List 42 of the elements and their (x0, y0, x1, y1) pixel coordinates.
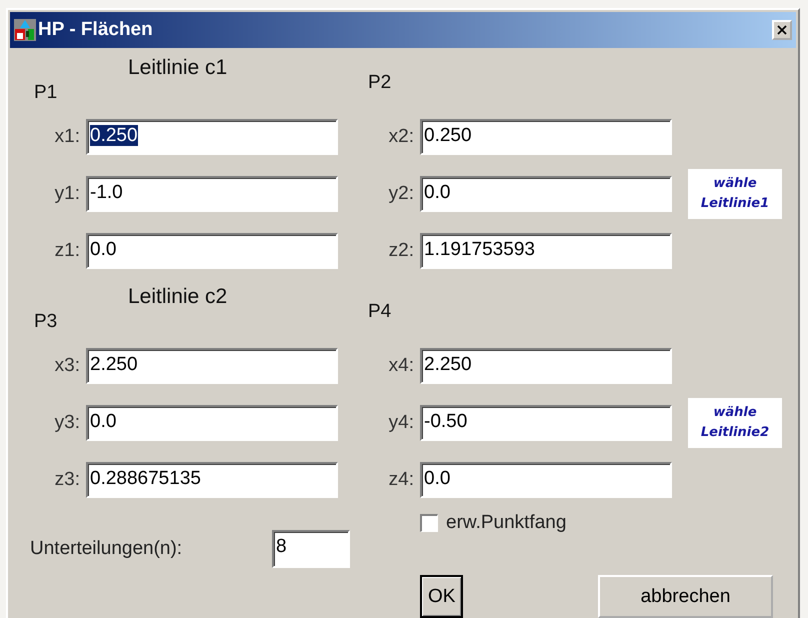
input-field[interactable]: 0.0 (86, 233, 338, 269)
field-label: y3: (54, 412, 81, 434)
group-heading: Leitlinie c1 (127, 56, 228, 80)
checkbox-label: erw.Punktfang (446, 512, 566, 534)
field-label: x2: (388, 126, 415, 148)
field-label: x4: (388, 355, 415, 377)
pick-guide-button[interactable]: wähle Leitlinie1 (688, 169, 782, 219)
input-field[interactable]: 0.0 (420, 462, 672, 498)
field-label: x3: (54, 355, 81, 377)
point-label: P3 (33, 311, 58, 333)
field-label: z3: (54, 469, 81, 491)
input-field[interactable]: 0.288675135 (86, 462, 338, 498)
field-label: Unterteilungen(n): (29, 538, 184, 560)
field-label: y1: (54, 183, 81, 205)
field-label: y4: (388, 412, 415, 434)
pick-guide-button[interactable]: wähle Leitlinie2 (688, 398, 782, 448)
input-field[interactable]: -1.0 (86, 176, 338, 212)
close-button[interactable] (772, 20, 792, 40)
point-label: P1 (33, 82, 58, 104)
field-label: z1: (54, 240, 81, 262)
input-field[interactable]: 0.0 (420, 176, 672, 212)
checkbox[interactable] (420, 514, 438, 532)
field-label: z2: (388, 240, 415, 262)
input-field[interactable]: 0.250 (86, 119, 338, 155)
ok-button[interactable]: OK (420, 575, 464, 618)
input-field[interactable]: 2.250 (420, 348, 672, 384)
input-field[interactable]: 1.191753593 (420, 233, 672, 269)
input-field[interactable]: 8 (272, 530, 350, 568)
close-icon (777, 25, 787, 35)
field-label: y2: (388, 183, 415, 205)
point-label: P2 (367, 72, 392, 94)
cancel-button[interactable]: abbrechen (598, 575, 773, 618)
field-label: x1: (54, 126, 81, 148)
field-label: z4: (388, 469, 415, 491)
input-field[interactable]: 2.250 (86, 348, 338, 384)
house-blocks-icon (14, 19, 36, 41)
window-title: HP - Flächen (38, 19, 154, 41)
group-heading: Leitlinie c2 (127, 285, 228, 309)
input-field[interactable]: 0.0 (86, 405, 338, 441)
input-field[interactable]: 0.250 (420, 119, 672, 155)
input-field[interactable]: -0.50 (420, 405, 672, 441)
point-label: P4 (367, 301, 392, 323)
